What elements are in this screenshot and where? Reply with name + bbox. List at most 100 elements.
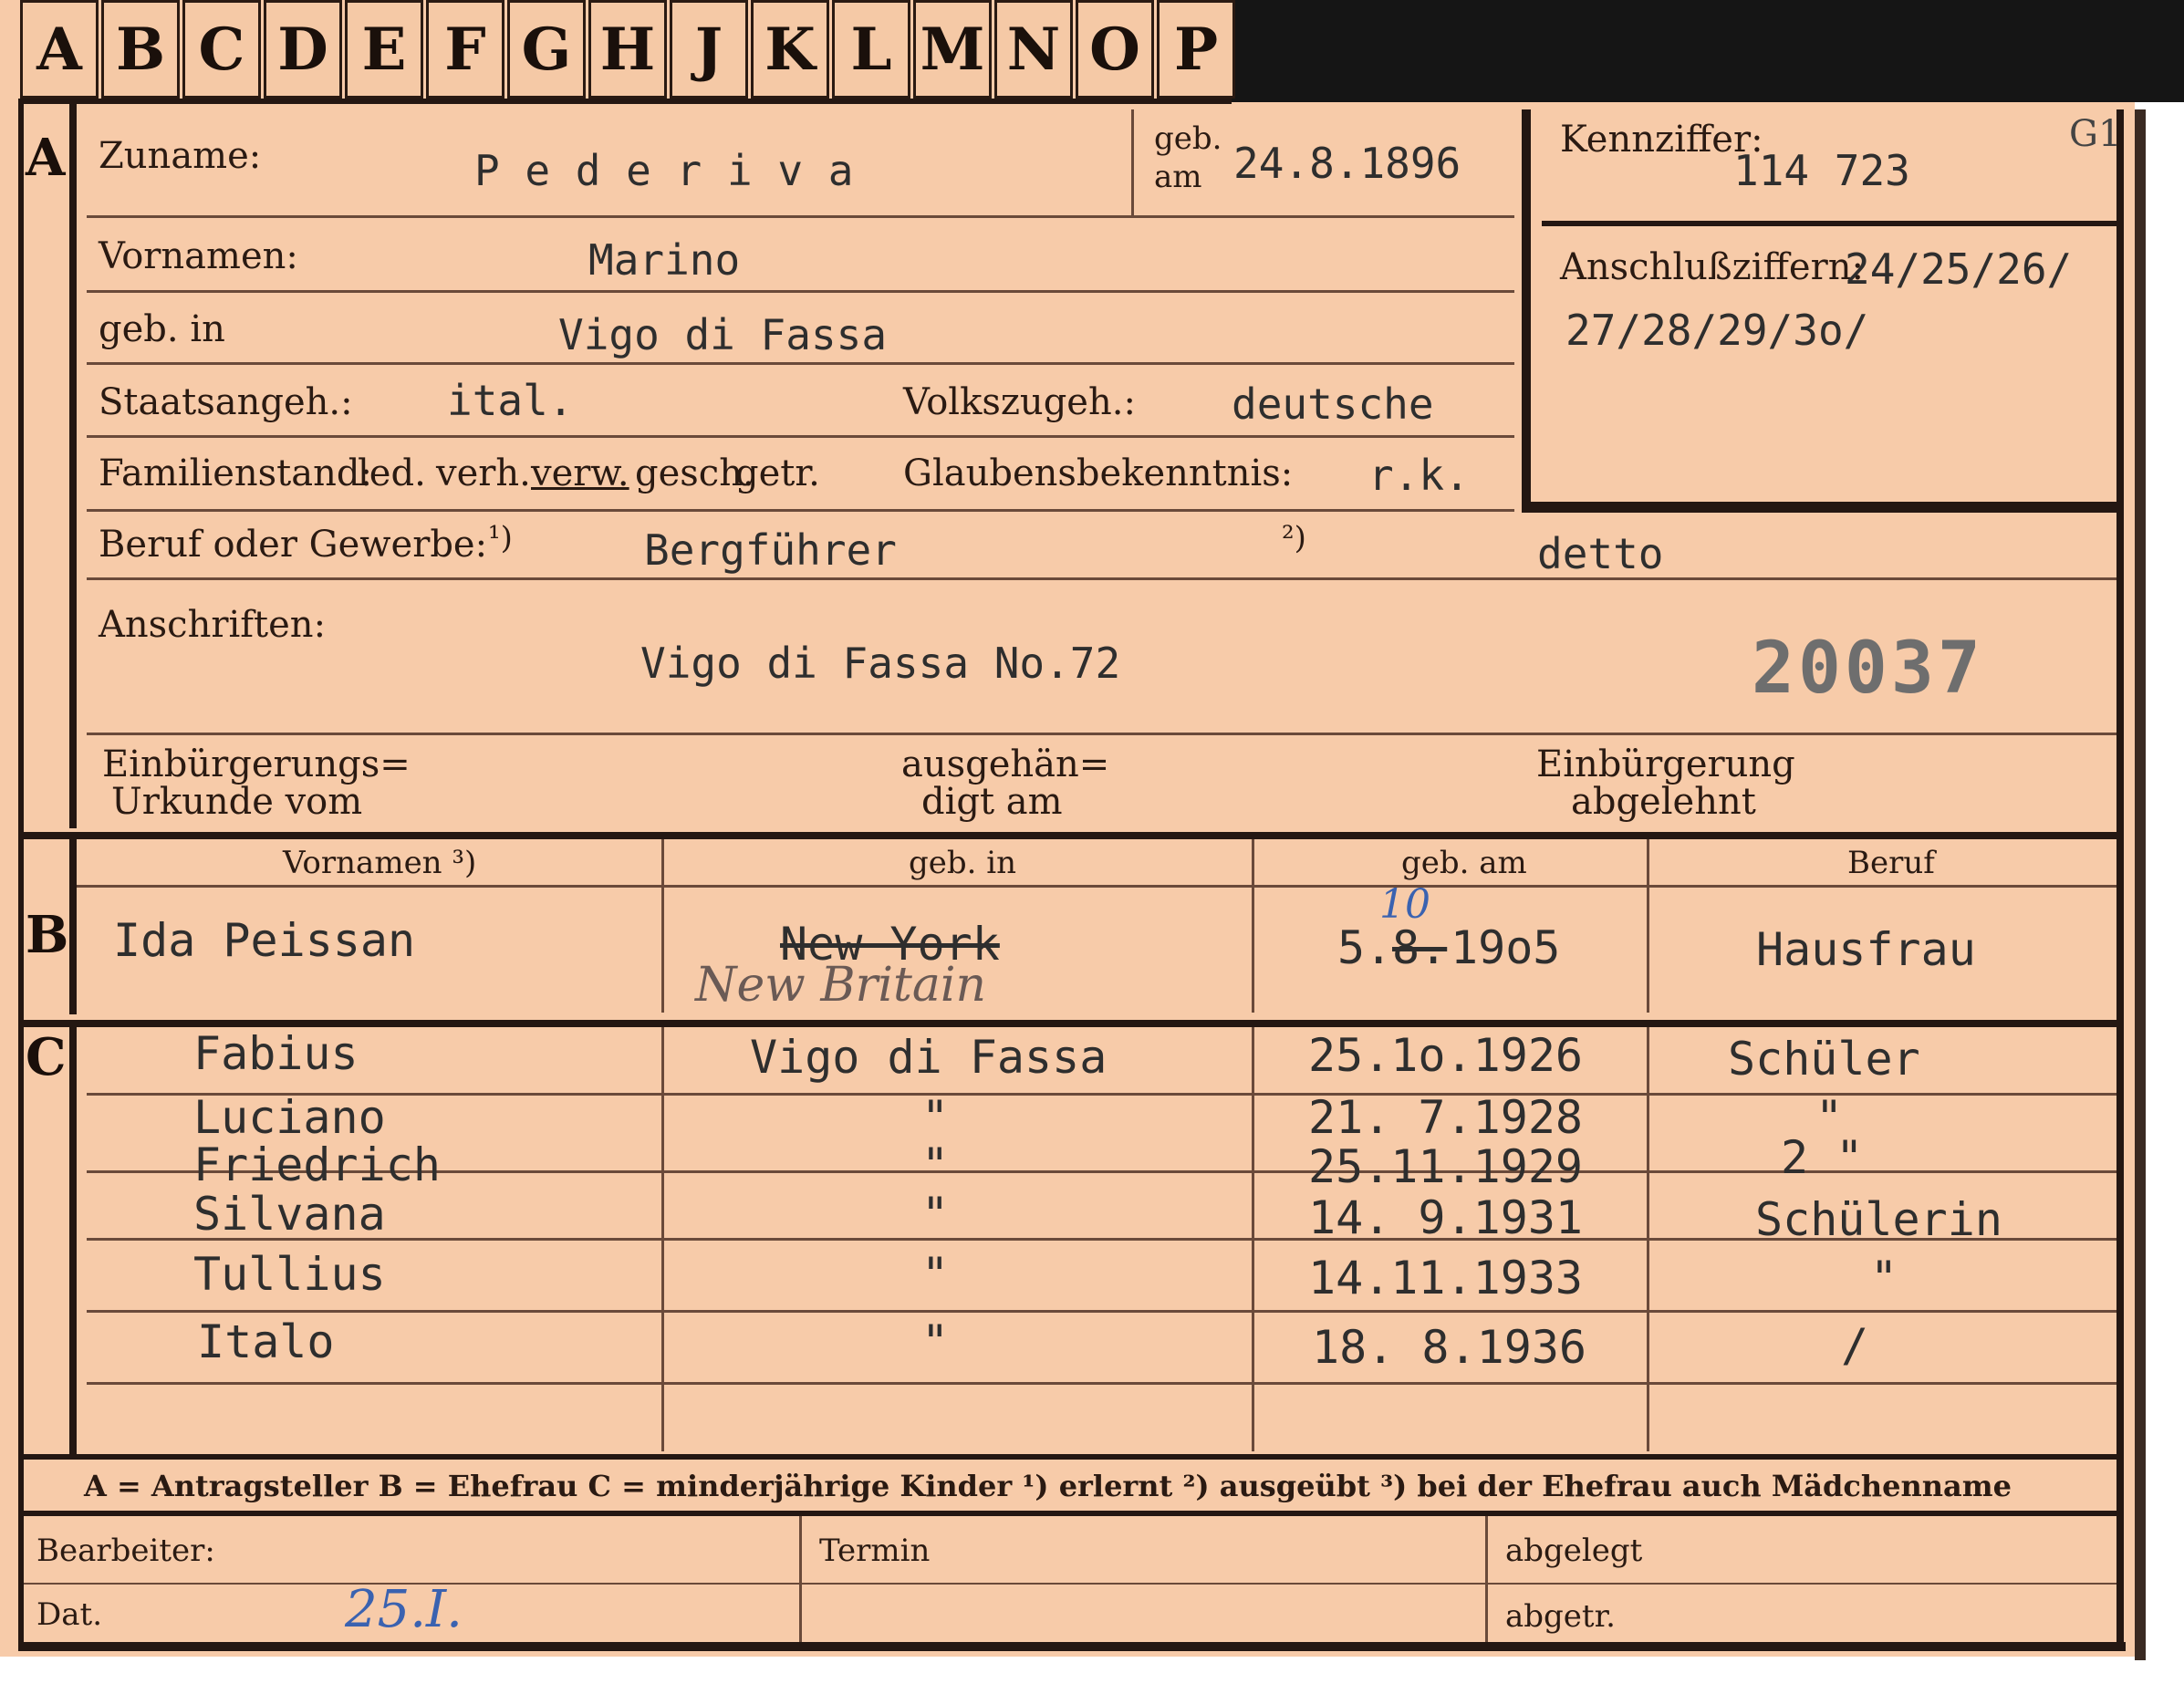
col-divider-3: [1647, 839, 1649, 1013]
volkszugeh-label: Volkszugeh.:: [903, 381, 1136, 423]
tab-e[interactable]: E: [345, 0, 423, 99]
wife-birthplace-handwritten: New Britain: [695, 958, 987, 1013]
alphabet-tabs: A B C D E F G H J K L M N O P: [0, 0, 1235, 100]
footer-divider-1: [799, 1516, 802, 1644]
tab-d[interactable]: D: [264, 0, 342, 99]
row-rule: [87, 1310, 2116, 1313]
footer-divider-2: [1485, 1516, 1488, 1644]
termin-label: Termin: [819, 1533, 931, 1569]
birth-date-value: 24.8.1896: [1233, 139, 1461, 188]
child-name: Silvana: [193, 1188, 386, 1241]
fam-option-led: led.: [358, 452, 426, 494]
row-rule: [87, 577, 2116, 580]
fam-option-verh: verh.: [436, 452, 531, 494]
kennziffer-box-left: [1522, 109, 1531, 511]
row-rule: [87, 733, 2116, 735]
section-b-top-rule: [18, 832, 2121, 839]
ausgehaendigt-label-1: ausgehän=: [901, 743, 1110, 785]
tab-b[interactable]: B: [101, 0, 180, 99]
child-name: Friedrich: [193, 1138, 441, 1191]
header-rule: [77, 885, 2116, 888]
legend-text: A = Antragsteller B = Ehefrau C = minder…: [84, 1469, 2012, 1503]
bearbeiter-label: Bearbeiter:: [36, 1533, 215, 1569]
abgetr-label: abgetr.: [1505, 1598, 1616, 1635]
tab-g[interactable]: G: [507, 0, 586, 99]
child-birthdate: 25.1o.1926: [1308, 1029, 1584, 1082]
tab-l[interactable]: L: [832, 0, 910, 99]
child-occupation: 2 ": [1781, 1131, 1864, 1184]
dat-label: Dat.: [36, 1596, 103, 1633]
tab-j[interactable]: J: [670, 0, 748, 99]
anschluss-value-2: 27/28/29/3o/: [1565, 306, 1869, 355]
child-birthdate: 25.11.1929: [1308, 1140, 1584, 1193]
card-edge: [2135, 109, 2146, 1660]
fam-option-getr: getr.: [735, 452, 820, 494]
stamp-number: 20037: [1752, 628, 1984, 710]
col-divider-2: [1252, 839, 1254, 1013]
section-c-letter: C: [26, 1027, 67, 1087]
right-border: [2116, 109, 2124, 1651]
child-name: Fabius: [193, 1027, 359, 1080]
anschriften-label: Anschriften:: [99, 604, 327, 646]
child-occupation: Schüler: [1728, 1033, 1920, 1086]
wife-birthdate-month-struck: 8.: [1392, 921, 1448, 974]
tab-c[interactable]: C: [182, 0, 261, 99]
background-band: [1232, 0, 2184, 102]
abgelegt-label: abgelegt: [1505, 1533, 1643, 1569]
section-b-letter: B: [26, 905, 69, 965]
child-birthplace: ": [921, 1091, 950, 1144]
child-name: Italo: [197, 1315, 335, 1368]
tab-f[interactable]: F: [426, 0, 504, 99]
child-birthplace: Vigo di Fassa: [750, 1031, 1108, 1084]
left-border: [18, 99, 24, 1649]
kennziffer-box-divider: [1542, 221, 2116, 226]
beruf-ausgeuebt-value: detto: [1537, 529, 1664, 578]
anschlussziffern-label: Anschlußziffern:: [1560, 246, 1864, 288]
kennziffer-box-bottom: [1522, 502, 2124, 513]
dat-handwritten-value: 25.I.: [345, 1580, 463, 1639]
tab-h[interactable]: H: [588, 0, 667, 99]
ausgehaendigt-label-2: digt am: [921, 781, 1063, 823]
glaube-value: r.k.: [1368, 451, 1470, 500]
wife-name: Ida Peissan: [113, 914, 416, 967]
beruf-note-1: ¹): [488, 520, 513, 556]
section-b-bar: [69, 832, 77, 1014]
child-birthdate: 14.11.1933: [1308, 1252, 1584, 1304]
child-birthplace: ": [921, 1188, 950, 1241]
einb-abgelehnt-label-2: abgelehnt: [1571, 781, 1756, 823]
beruf-erlernt-value: Bergführer: [644, 525, 897, 575]
row-rule: [87, 362, 1514, 365]
vornamen-value: Marino: [588, 235, 741, 285]
legend-top-rule: [18, 1454, 2121, 1460]
col-header-beruf: Beruf: [1847, 845, 1935, 881]
glaubensbekenntnis-label: Glaubensbekenntnis:: [903, 452, 1294, 494]
einb-urkunde-label-1: Einbürgerungs=: [102, 743, 411, 785]
tab-p[interactable]: P: [1157, 0, 1235, 99]
volkszugeh-value: deutsche: [1232, 379, 1434, 429]
tab-n[interactable]: N: [994, 0, 1073, 99]
address-value: Vigo di Fassa No.72: [640, 639, 1121, 688]
wife-birthdate-year: 19o5: [1451, 921, 1561, 974]
kennziffer-value: 114 723: [1733, 146, 1910, 195]
card-bottom-rule: [18, 1642, 2126, 1651]
anschluss-value-1: 24/25/26/: [1845, 244, 2073, 294]
col-header-geb-am: geb. am: [1401, 845, 1527, 881]
top-rule: [18, 99, 1232, 104]
staatsangeh-value: ital.: [447, 376, 574, 425]
tab-m[interactable]: M: [913, 0, 992, 99]
birthplace-value: Vigo di Fassa: [558, 310, 888, 359]
fam-option-verw-underlined: verw.: [531, 452, 629, 494]
wife-occupation: Hausfrau: [1756, 923, 1976, 976]
wife-birthdate-correction: 10: [1379, 881, 1430, 928]
tab-k[interactable]: K: [751, 0, 829, 99]
zuname-value: P e d e r i v a: [474, 146, 854, 195]
geb-in-label: geb. in: [99, 308, 225, 350]
einb-abgelehnt-label-1: Einbürgerung: [1536, 743, 1795, 785]
child-birthdate: 21. 7.1928: [1308, 1091, 1584, 1144]
section-c-top-rule: [18, 1020, 2121, 1027]
beruf-note-2: ²): [1282, 520, 1306, 556]
geb-am-label-bottom: am: [1154, 159, 1202, 195]
tab-a[interactable]: A: [20, 0, 99, 99]
tab-o[interactable]: O: [1076, 0, 1154, 99]
einb-urkunde-label-2: Urkunde vom: [111, 781, 363, 823]
